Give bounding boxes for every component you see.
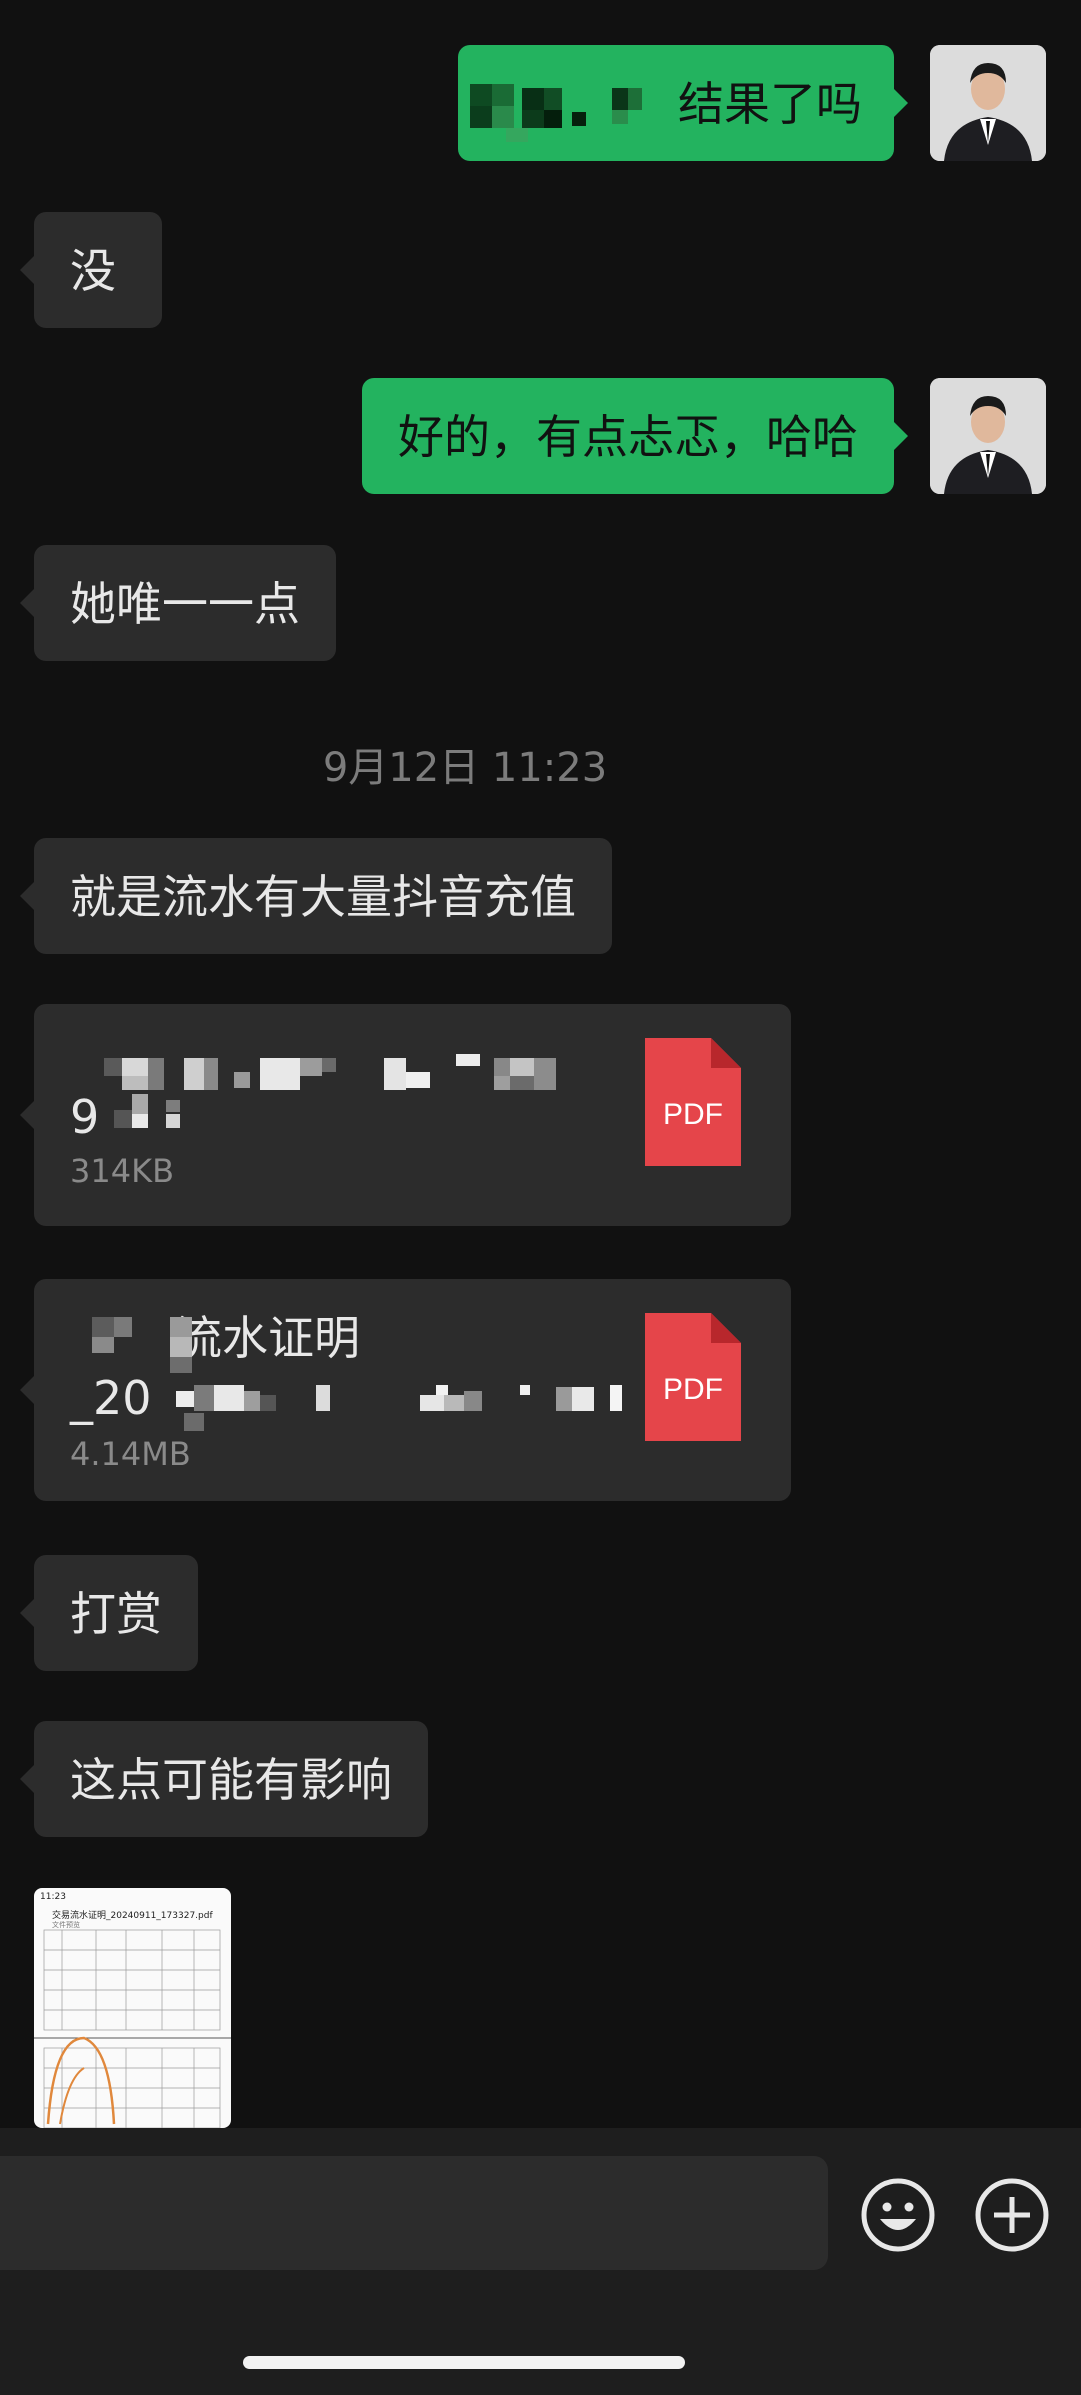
incoming-message[interactable]: 这点可能有影响: [20, 1721, 428, 1837]
redaction-mosaic: [84, 1054, 624, 1148]
person-avatar-icon: [930, 378, 1046, 494]
pdf-icon: PDF: [645, 1038, 741, 1166]
person-avatar-icon: [930, 45, 1046, 161]
message-text: 打赏: [70, 1587, 162, 1641]
message-input[interactable]: [0, 2156, 828, 2270]
incoming-message[interactable]: 她唯一一点: [20, 545, 336, 661]
avatar[interactable]: [930, 45, 1046, 161]
incoming-message[interactable]: 打赏: [20, 1555, 198, 1671]
image-message[interactable]: 11:23 交易流水证明_20240911_173327.pdf 文件预览: [34, 1888, 231, 2128]
file-size: 314KB: [70, 1152, 175, 1190]
input-bar: [0, 2128, 1081, 2395]
redaction-mosaic: [80, 1315, 640, 1439]
message-text: 她唯一一点: [70, 577, 300, 631]
file-size: 4.14MB: [70, 1435, 191, 1473]
incoming-message[interactable]: 就是流水有大量抖音充值: [20, 838, 612, 954]
message-text: 没: [70, 244, 116, 298]
document-preview-graphic: [34, 1929, 231, 2128]
pdf-label: PDF: [663, 1373, 723, 1406]
avatar[interactable]: [930, 378, 1046, 494]
plus-icon[interactable]: [974, 2177, 1050, 2253]
chat-area: 结果了吗 没 好的，有点忐忑，哈哈 她唯一一点 9月12日 11:23 就是流水…: [0, 0, 1081, 2128]
outgoing-message[interactable]: 好的，有点忐忑，哈哈: [362, 378, 908, 494]
timestamp: 9月12日 11:23: [322, 745, 608, 791]
pdf-label: PDF: [663, 1098, 723, 1131]
message-text: 结果了吗: [678, 77, 862, 131]
message-text: 好的，有点忐忑，哈哈: [398, 410, 858, 464]
emoji-icon[interactable]: [860, 2177, 936, 2253]
file-message[interactable]: 9 314KB PDF: [20, 1004, 791, 1226]
incoming-message[interactable]: 没: [20, 212, 162, 328]
redaction-mosaic: [462, 78, 672, 154]
file-message[interactable]: 流水证明 _20 4.14MB PDF: [20, 1279, 791, 1501]
home-indicator[interactable]: [243, 2356, 685, 2369]
message-text: 就是流水有大量抖音充值: [70, 870, 576, 924]
pdf-icon: PDF: [645, 1313, 741, 1441]
message-text: 这点可能有影响: [70, 1753, 392, 1807]
